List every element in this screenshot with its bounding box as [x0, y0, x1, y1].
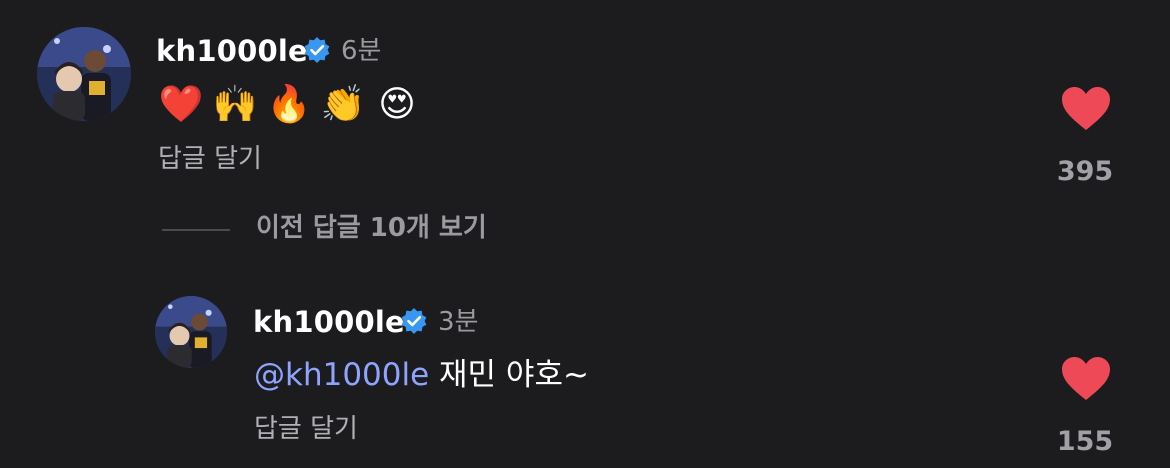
- verified-badge-icon: [304, 37, 330, 63]
- like-count: 395: [1056, 156, 1114, 187]
- raising-hands-emoji: 🙌: [212, 84, 258, 125]
- avatar-photo: [37, 27, 131, 121]
- fire-emoji: 🔥: [266, 84, 312, 125]
- replies-divider: [162, 229, 230, 231]
- view-previous-replies-button[interactable]: 이전 답글 10개 보기: [256, 215, 487, 241]
- avatar[interactable]: [37, 27, 131, 121]
- reply-username[interactable]: kh1000le: [253, 308, 405, 337]
- avatar-photo: [155, 296, 227, 368]
- red-heart-emoji: ❤️: [158, 84, 204, 125]
- comment-username[interactable]: kh1000le: [156, 37, 308, 66]
- reply-button[interactable]: 답글 달기: [158, 146, 262, 172]
- heart-eyes-emoji: 😍: [378, 84, 416, 125]
- comment-emojis: ❤️ 🙌 🔥 👏 😍: [158, 87, 420, 123]
- reply-body: 재민 야호~: [429, 357, 589, 393]
- clapping-hands-emoji: 👏: [320, 84, 366, 125]
- verified-badge-icon: [401, 308, 427, 334]
- reply-time: 3분: [438, 307, 479, 337]
- reply-text: @kh1000le 재민 야호~: [254, 360, 589, 391]
- reply-avatar[interactable]: [155, 296, 227, 368]
- heart-icon[interactable]: [1061, 86, 1111, 132]
- heart-icon[interactable]: [1061, 356, 1111, 402]
- comment-time: 6분: [341, 36, 382, 66]
- reply-button[interactable]: 답글 달기: [254, 416, 358, 442]
- like-count: 155: [1056, 426, 1114, 457]
- mention-link[interactable]: @kh1000le: [254, 357, 429, 393]
